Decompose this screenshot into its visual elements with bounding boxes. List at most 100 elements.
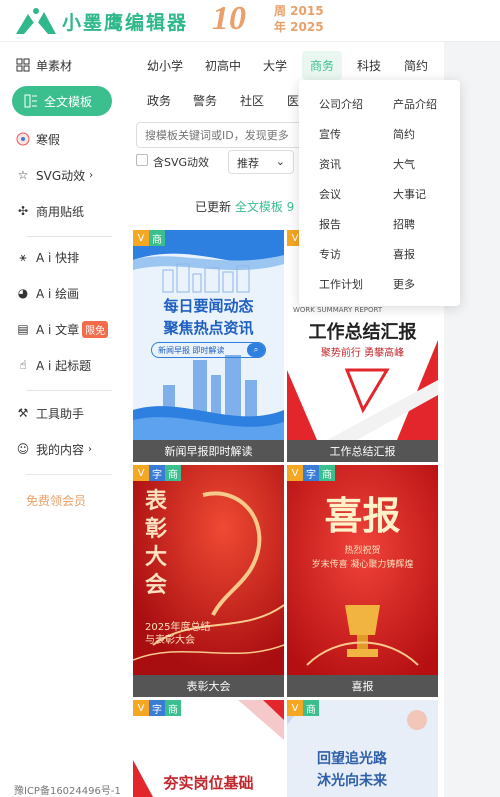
font-tag: 字 xyxy=(149,465,165,481)
font-tag: 字 xyxy=(303,465,319,481)
category-government[interactable]: 政务 xyxy=(147,92,171,109)
card-title: 工作总结汇报 xyxy=(308,322,417,343)
sidebar-item-ai-paint[interactable]: ◕ A i 绘画 xyxy=(14,278,79,308)
anniversary-number: 10 xyxy=(212,0,246,37)
sidebar-item-label: A i 快排 xyxy=(36,250,80,265)
sidebar-item-holiday[interactable]: 寒假 xyxy=(14,124,60,154)
menu-item-simple[interactable]: 简约 xyxy=(393,126,415,142)
brand-name[interactable]: 小墨鹰编辑器 xyxy=(62,8,188,35)
sidebar-item-my-content[interactable]: ☺ 我的内容 › xyxy=(14,434,92,464)
sort-value: 推荐 xyxy=(237,157,259,170)
search-input[interactable] xyxy=(136,122,306,148)
card-big-title: 表彰大会 xyxy=(145,488,168,597)
card-eyebrow: WORK SUMMARY REPORT xyxy=(293,306,383,314)
icp-number[interactable]: 豫ICP备16024496号-1 xyxy=(14,782,121,797)
headline-line-1: 每日要闻动态 xyxy=(163,297,254,315)
palette-icon: ◕ xyxy=(17,286,29,300)
ai-icon: ⚹ xyxy=(19,249,27,264)
sidebar-item-label: SVG动效 xyxy=(36,168,86,183)
user-icon: ☺ xyxy=(16,442,30,456)
star-icon: ☆ xyxy=(17,168,29,182)
sidebar-item-ai-article[interactable]: ▤ A i 文章 限免 xyxy=(14,314,109,344)
anniversary-text: 周 2015 年 2025 xyxy=(274,3,324,35)
v-tag: V xyxy=(287,465,303,481)
category-medical[interactable]: 医 xyxy=(287,92,299,109)
menu-item-promotion[interactable]: 宣传 xyxy=(319,126,341,142)
menu-item-meeting[interactable]: 会议 xyxy=(319,186,341,202)
sidebar-item-ai-layout[interactable]: ⚹ A i 快排 xyxy=(14,242,79,272)
pill-text: 新闻早报 即时解读 xyxy=(158,345,225,355)
menu-item-report[interactable]: 报告 xyxy=(319,216,341,232)
menu-item-good-news[interactable]: 喜报 xyxy=(393,246,415,262)
anniversary-line-1: 周 2015 xyxy=(274,4,324,18)
category-police[interactable]: 警务 xyxy=(193,92,217,109)
commercial-tag: 商 xyxy=(165,465,181,481)
category-community[interactable]: 社区 xyxy=(240,92,264,109)
commercial-tag: 商 xyxy=(149,230,165,246)
divider xyxy=(26,474,112,475)
v-tag: V xyxy=(133,465,149,481)
sidebar-item-label: 单素材 xyxy=(36,58,73,73)
doc-icon: ▤ xyxy=(17,322,29,336)
chevron-right-icon: › xyxy=(89,169,94,181)
menu-item-milestones[interactable]: 大事记 xyxy=(393,186,426,202)
menu-item-news[interactable]: 资讯 xyxy=(319,156,341,172)
updated-highlight[interactable]: 全文模板 9 xyxy=(235,200,294,214)
menu-item-recruitment[interactable]: 招聘 xyxy=(393,216,415,232)
sidebar-item-label: 我的内容 xyxy=(36,442,85,457)
updated-prefix: 已更新 xyxy=(195,200,232,214)
sidebar-item-svg[interactable]: ☆ SVG动效 › xyxy=(14,160,94,190)
category-university[interactable]: 大学 xyxy=(263,57,287,74)
sidebar-item-tools[interactable]: ⚒ 工具助手 xyxy=(14,398,84,428)
menu-item-company-intro[interactable]: 公司介绍 xyxy=(319,96,363,112)
template-card-commendation[interactable]: V 字 商 表彰大会 2025年度总结 与表彰大会 表彰大会 xyxy=(133,465,284,697)
anniversary-line-2: 年 2025 xyxy=(274,20,324,34)
sub-line-1: 2025年度总结 xyxy=(145,622,211,633)
card-caption: 喜报 xyxy=(287,675,438,697)
menu-item-interview[interactable]: 专访 xyxy=(319,246,341,262)
sidebar-item-stickers[interactable]: ✣ 商用贴纸 xyxy=(14,196,84,226)
logo-icon[interactable] xyxy=(14,6,58,36)
sidebar-item-full-template[interactable]: 全文模板 xyxy=(12,86,112,116)
menu-item-more[interactable]: 更多 xyxy=(393,276,415,292)
chevron-down-icon: ⌄ xyxy=(275,155,285,168)
free-badge: 限免 xyxy=(82,320,109,338)
sidebar-item-ai-title[interactable]: ☝ A i 起标题 xyxy=(14,350,91,380)
hand-icon: ☝ xyxy=(19,358,27,372)
chevron-right-icon: › xyxy=(88,443,93,455)
holiday-icon xyxy=(14,130,32,148)
card-caption: 表彰大会 xyxy=(133,675,284,697)
template-card-news[interactable]: V 商 每日要闻动态 聚焦热点资讯 新闻早报 即时解读 ⌕ 新闻早报即时解读 xyxy=(133,230,284,462)
menu-item-grand[interactable]: 大气 xyxy=(393,156,415,172)
svg-checkbox[interactable] xyxy=(136,154,148,166)
menu-item-product-intro[interactable]: 产品介绍 xyxy=(393,96,437,112)
card-subtext: 2025年度总结 与表彰大会 xyxy=(145,621,210,647)
category-primary[interactable]: 幼小学 xyxy=(147,57,183,74)
v-tag: V xyxy=(287,700,303,716)
grid-icon xyxy=(14,56,32,74)
sidebar-item-label: 寒假 xyxy=(36,132,61,147)
divider xyxy=(26,390,112,391)
updated-text: 已更新 全文模板 9 xyxy=(195,198,294,215)
card-headline: 每日要闻动态 聚焦热点资讯 xyxy=(133,295,284,339)
category-business[interactable]: 商务 xyxy=(302,51,343,80)
template-card-look-back[interactable]: V 商 回望追光路 沐光向未来 xyxy=(287,700,438,797)
free-vip-link[interactable]: 免费领会员 xyxy=(26,492,86,509)
menu-item-work-plan[interactable]: 工作计划 xyxy=(319,276,363,292)
commercial-tag: 商 xyxy=(319,465,335,481)
card-subtitle: 聚势前行 勇攀高峰 xyxy=(320,348,405,359)
template-card-good-news[interactable]: V 字 商 喜报 热烈祝贺 岁末传喜 凝心聚力铸辉煌 喜报 xyxy=(287,465,438,697)
font-tag: 字 xyxy=(149,700,165,716)
sidebar-item-single-material[interactable]: 单素材 xyxy=(14,50,72,80)
svg-checkbox-label: 含SVG动效 xyxy=(153,156,210,169)
search-icon: ⌕ xyxy=(247,343,265,357)
sidebar: 单素材 全文模板 寒假 ☆ SVG动效 › ✣ 商用贴纸 ⚹ A i 快排 ◕ … xyxy=(0,42,124,797)
category-simple[interactable]: 简约 xyxy=(404,57,428,74)
sidebar-item-label: 商用贴纸 xyxy=(36,204,85,219)
sidebar-item-label: A i 绘画 xyxy=(36,286,80,301)
category-tech[interactable]: 科技 xyxy=(357,57,381,74)
template-card-post-foundation[interactable]: V 字 商 夯实岗位基础 xyxy=(133,700,284,797)
card-caption: 新闻早报即时解读 xyxy=(133,440,284,462)
sort-select[interactable]: 推荐 ⌄ xyxy=(228,150,294,174)
category-high-school[interactable]: 初高中 xyxy=(205,57,241,74)
